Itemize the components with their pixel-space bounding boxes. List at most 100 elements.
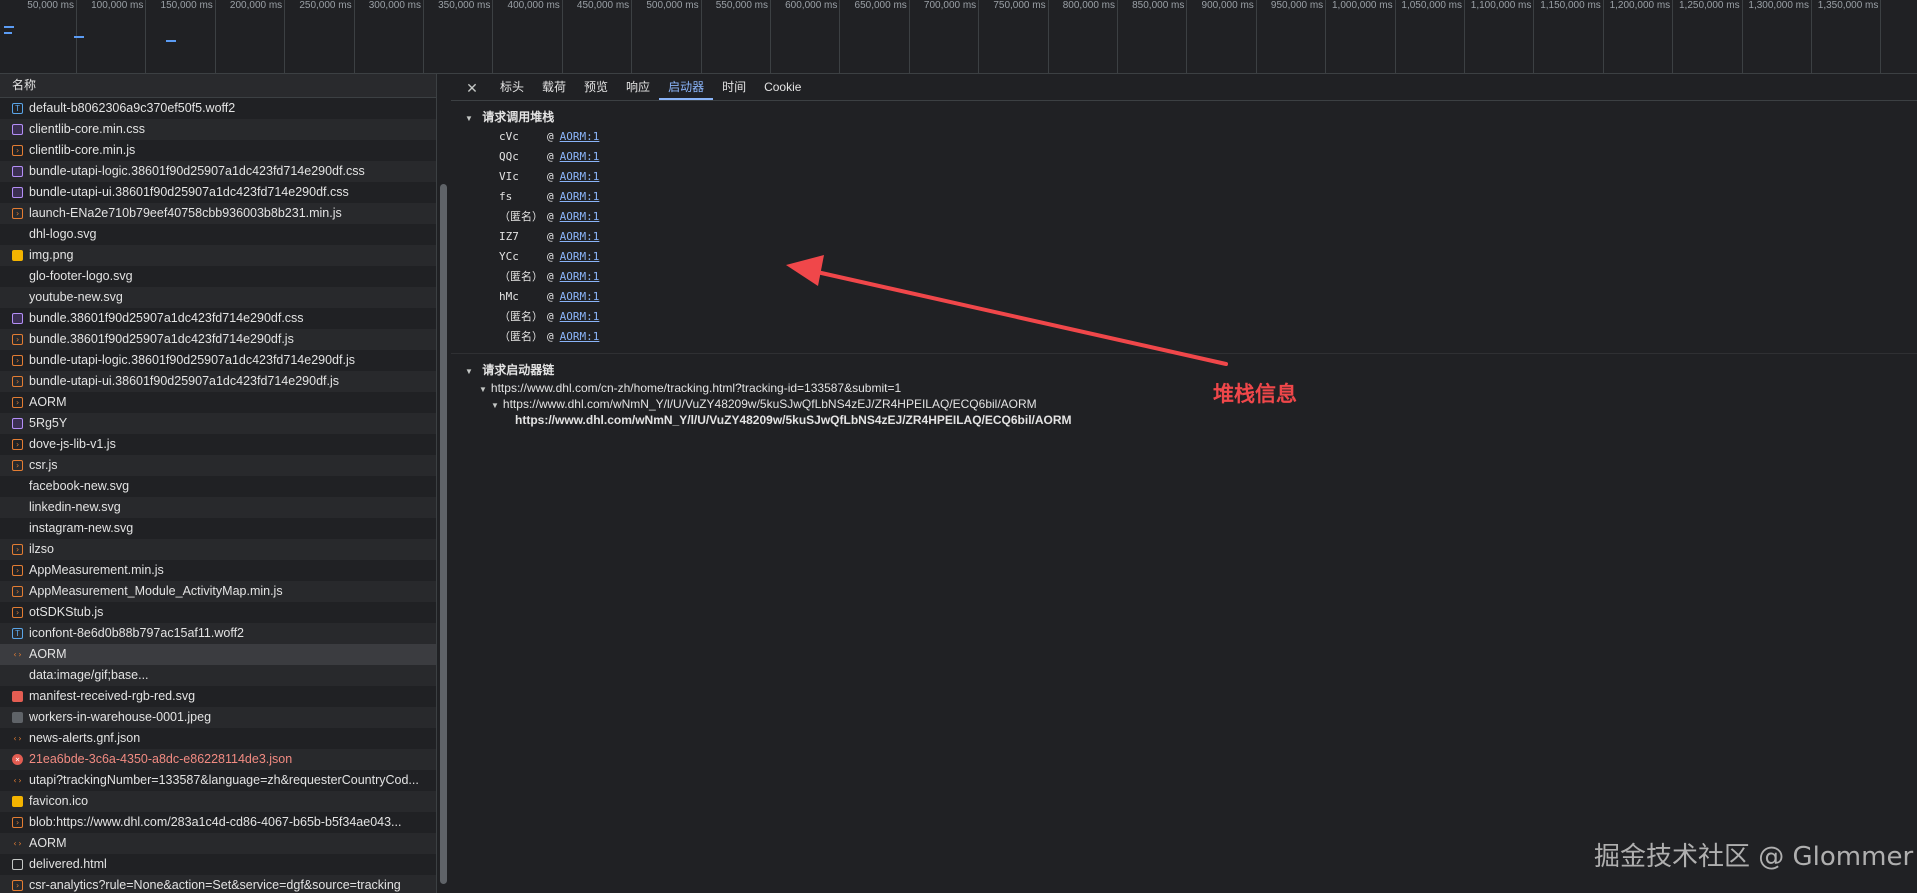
request-row[interactable]: manifest-received-rgb-red.svg (0, 686, 436, 707)
request-row[interactable]: linkedin-new.svg (0, 497, 436, 518)
js-file-icon: › (12, 565, 23, 576)
call-stack-header[interactable]: ▼ 请求调用堆栈 (451, 107, 1917, 127)
request-row[interactable]: Ticonfont-8e6d0b88b797ac15af11.woff2 (0, 623, 436, 644)
stack-frame-row: （匿名） @ AORM:1 (499, 327, 1917, 347)
css-file-icon (12, 418, 23, 429)
request-name: clientlib-core.min.js (29, 143, 136, 157)
js-file-icon: › (12, 439, 23, 450)
svg-file-icon (12, 502, 23, 513)
request-row[interactable]: › launch-ENa2e710b79eef40758cbb936003b8b2… (0, 203, 436, 224)
timeline-activity-bar (166, 40, 176, 42)
request-row[interactable]: instagram-new.svg (0, 518, 436, 539)
request-name: clientlib-core.min.css (29, 122, 146, 136)
request-row[interactable]: › clientlib-core.min.js (0, 140, 436, 161)
request-row[interactable]: › otSDKStub.js (0, 602, 436, 623)
stack-source-link[interactable]: AORM:1 (560, 147, 600, 167)
request-row[interactable]: youtube-new.svg (0, 287, 436, 308)
tab-0[interactable]: 标头 (491, 76, 533, 100)
timeline-activity-bar (74, 36, 84, 38)
stack-frame-row: （匿名） @ AORM:1 (499, 267, 1917, 287)
initiator-chain-row[interactable]: https://www.dhl.com/wNmN_Y/l/U/VuZY48209… (479, 412, 1917, 428)
request-row[interactable]: › AORM (0, 392, 436, 413)
request-row[interactable]: clientlib-core.min.css (0, 119, 436, 140)
request-row[interactable]: ‹› AORM (0, 644, 436, 665)
request-row[interactable]: Tdefault-b8062306a9c370ef50f5.woff2 (0, 98, 436, 119)
js-file-icon: › (12, 544, 23, 555)
stack-at-symbol: @ (547, 290, 554, 303)
xhr-icon: ‹› (12, 839, 23, 848)
request-row[interactable]: › AppMeasurement_Module_ActivityMap.min.j… (0, 581, 436, 602)
name-column-header[interactable]: 名称 (0, 74, 436, 98)
stack-source-link[interactable]: AORM:1 (560, 207, 600, 227)
request-row[interactable]: ‹› news-alerts.gnf.json (0, 728, 436, 749)
timeline-overview[interactable]: 50,000 ms 100,000 ms 150,000 ms 200,000 ms 2… (0, 0, 1917, 74)
expand-triangle-icon[interactable]: ▼ (479, 385, 487, 394)
request-row[interactable]: facebook-new.svg (0, 476, 436, 497)
request-row[interactable]: › csr.js (0, 455, 436, 476)
stack-function-name: hMc (499, 290, 519, 303)
request-row[interactable]: › ilzso (0, 539, 436, 560)
request-row[interactable]: workers-in-warehouse-0001.jpeg (0, 707, 436, 728)
stack-source-link[interactable]: AORM:1 (560, 247, 600, 267)
request-row[interactable]: data:image/gif;base... (0, 665, 436, 686)
timeline-tick-label: 1,200,000 ms (1609, 0, 1671, 11)
request-row[interactable]: glo-footer-logo.svg (0, 266, 436, 287)
request-row[interactable]: › dove-js-lib-v1.js (0, 434, 436, 455)
request-name: bundle-utapi-ui.38601f90d25907a1dc423fd7… (29, 185, 349, 199)
request-list-scrollbar[interactable] (436, 74, 451, 893)
request-row[interactable]: ‹› AORM (0, 833, 436, 854)
stack-at-symbol: @ (547, 270, 554, 283)
request-name: AORM (29, 395, 67, 409)
timeline-tick-label: 650,000 ms (854, 0, 907, 11)
stack-source-link[interactable]: AORM:1 (560, 327, 600, 347)
request-row[interactable]: bundle-utapi-ui.38601f90d25907a1dc423fd7… (0, 182, 436, 203)
stack-source-link[interactable]: AORM:1 (560, 227, 600, 247)
request-row[interactable]: × 21ea6bde-3c6a-4350-a8dc-e86228114de3.js… (0, 749, 436, 770)
request-row[interactable]: › csr-analytics?rule=None&action=Set&serv… (0, 875, 436, 893)
timeline-tick-label: 250,000 ms (299, 0, 352, 11)
request-row[interactable]: 5Rg5Y (0, 413, 436, 434)
stack-source-link[interactable]: AORM:1 (560, 267, 600, 287)
tab-2[interactable]: 预览 (575, 76, 617, 100)
request-row[interactable]: img.png (0, 245, 436, 266)
stack-source-link[interactable]: AORM:1 (560, 187, 600, 207)
request-name: AppMeasurement.min.js (29, 563, 164, 577)
timeline-tick-label: 750,000 ms (993, 0, 1046, 11)
request-row[interactable]: bundle.38601f90d25907a1dc423fd714e290df.… (0, 308, 436, 329)
stack-source-link[interactable]: AORM:1 (560, 307, 600, 327)
expand-triangle-icon[interactable]: ▼ (491, 401, 499, 410)
scrollbar-thumb[interactable] (440, 184, 447, 884)
stack-source-link[interactable]: AORM:1 (560, 287, 600, 307)
initiator-chain-header[interactable]: ▼ 请求启动器链 (451, 360, 1917, 380)
stack-frame-row: （匿名） @ AORM:1 (499, 307, 1917, 327)
tab-5[interactable]: 时间 (713, 76, 755, 100)
timeline-tick-label: 1,000,000 ms (1331, 0, 1393, 11)
stack-at-symbol: @ (547, 170, 554, 183)
svg-file-icon (12, 229, 23, 240)
request-row[interactable]: bundle-utapi-logic.38601f90d25907a1dc423… (0, 161, 436, 182)
tab-4[interactable]: 启动器 (659, 76, 714, 100)
stack-source-link[interactable]: AORM:1 (560, 167, 600, 187)
request-row[interactable]: › bundle.38601f90d25907a1dc423fd714e290df… (0, 329, 436, 350)
initiator-chain-row[interactable]: ▼ https://www.dhl.com/cn-zh/home/tracking… (479, 380, 1917, 396)
red-svg-icon (12, 691, 23, 702)
close-icon[interactable]: ✕ (463, 76, 481, 100)
request-row[interactable]: ‹› utapi?trackingNumber=133587&language=z… (0, 770, 436, 791)
tab-6[interactable]: Cookie (755, 76, 810, 100)
request-row[interactable]: › bundle-utapi-logic.38601f90d25907a1dc42… (0, 350, 436, 371)
request-row[interactable]: dhl-logo.svg (0, 224, 436, 245)
stack-source-link[interactable]: AORM:1 (560, 127, 600, 147)
request-name: manifest-received-rgb-red.svg (29, 689, 196, 703)
timeline-tick: 600,000 ms (785, 0, 841, 73)
request-row[interactable]: delivered.html (0, 854, 436, 875)
initiator-chain-row[interactable]: ▼ https://www.dhl.com/wNmN_Y/l/U/VuZY4820… (479, 396, 1917, 412)
request-row[interactable]: › AppMeasurement.min.js (0, 560, 436, 581)
tab-3[interactable]: 响应 (617, 76, 659, 100)
request-row[interactable]: › bundle-utapi-ui.38601f90d25907a1dc423fd… (0, 371, 436, 392)
stack-at-symbol: @ (547, 250, 554, 263)
request-row[interactable]: favicon.ico (0, 791, 436, 812)
tab-1[interactable]: 载荷 (533, 76, 575, 100)
request-name: youtube-new.svg (29, 290, 123, 304)
request-row[interactable]: › blob:https://www.dhl.com/283a1c4d-cd86-… (0, 812, 436, 833)
initiator-url: https://www.dhl.com/wNmN_Y/l/U/VuZY48209… (502, 397, 1037, 411)
